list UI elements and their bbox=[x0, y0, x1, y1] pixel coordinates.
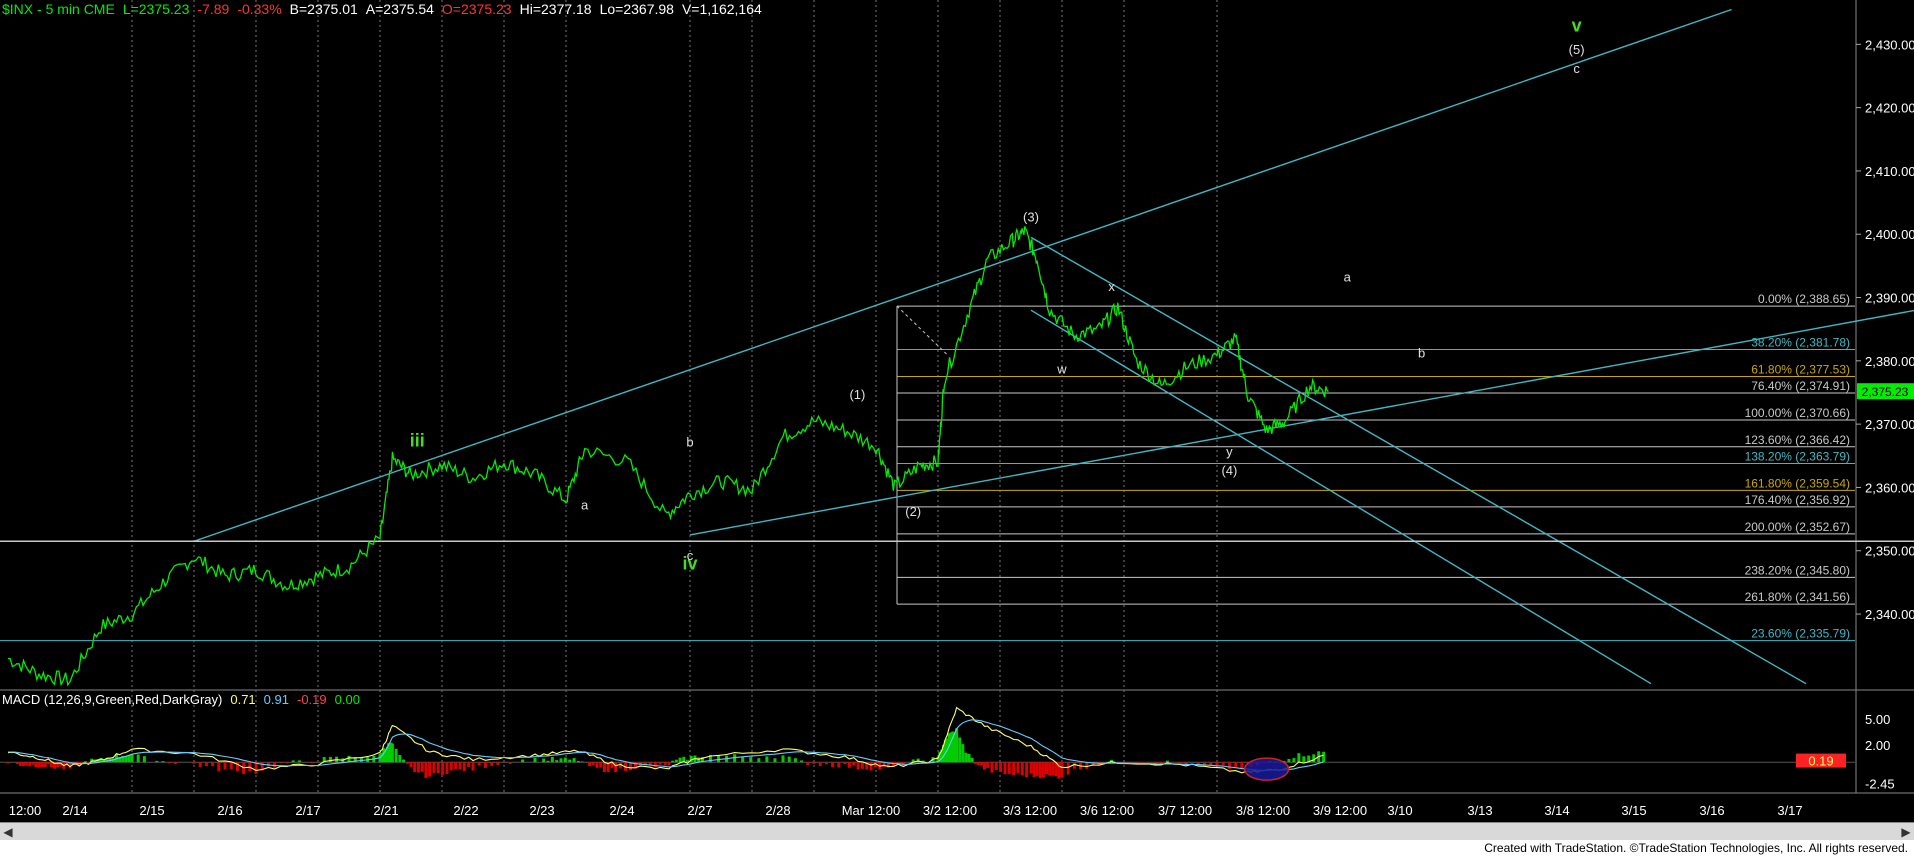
x-tick-label: 12:00 bbox=[9, 803, 42, 818]
symbol-label: $INX - 5 min CME bbox=[2, 1, 115, 17]
current-price-label: 2,375.23 bbox=[1862, 385, 1909, 399]
wave-label: w bbox=[1056, 361, 1067, 376]
macd-tick-label: 2.00 bbox=[1865, 738, 1890, 753]
wave-label: iii bbox=[410, 430, 425, 450]
x-tick-label: 2/27 bbox=[687, 803, 712, 818]
wave-label: (3) bbox=[1023, 210, 1039, 225]
x-tick-label: 3/16 bbox=[1699, 803, 1724, 818]
x-tick-label: 2/15 bbox=[139, 803, 164, 818]
change-percent: -0.33% bbox=[237, 1, 282, 17]
footer: Created with TradeStation. ©TradeStation… bbox=[0, 840, 1914, 856]
change-value: -7.89 bbox=[197, 1, 230, 17]
wave-label: (2) bbox=[905, 504, 921, 519]
x-tick-label: 3/2 12:00 bbox=[923, 803, 977, 818]
x-tick-label: 2/23 bbox=[529, 803, 554, 818]
x-tick-label: 2/21 bbox=[373, 803, 398, 818]
macd-value-4: 0.00 bbox=[334, 692, 360, 707]
fib-label: 76.40% (2,374.91) bbox=[1751, 379, 1850, 393]
y-tick-label: 2,340.00 bbox=[1865, 607, 1914, 622]
last-price: L=2375.23 bbox=[122, 1, 190, 17]
y-tick-label: 2,370.00 bbox=[1865, 417, 1914, 432]
x-tick-label: 3/3 12:00 bbox=[1003, 803, 1057, 818]
macd-tick-label: 5.00 bbox=[1865, 712, 1890, 727]
y-tick-label: 2,380.00 bbox=[1865, 354, 1914, 369]
y-tick-label: 2,390.00 bbox=[1865, 291, 1914, 306]
scroll-right-icon[interactable]: ▶ bbox=[1898, 824, 1914, 840]
wave-label: x bbox=[1108, 279, 1115, 294]
wave-label: y bbox=[1226, 444, 1233, 459]
wave-label: (5) bbox=[1569, 42, 1585, 57]
bid-value: B=2375.01 bbox=[289, 1, 358, 17]
volume-value: V=1,162,164 bbox=[681, 1, 762, 17]
x-tick-label: 3/7 12:00 bbox=[1158, 803, 1212, 818]
wave-label: a bbox=[1344, 270, 1352, 285]
x-tick-label: 3/6 12:00 bbox=[1080, 803, 1134, 818]
y-tick-label: 2,430.00 bbox=[1865, 37, 1914, 52]
y-tick-label: 2,420.00 bbox=[1865, 101, 1914, 116]
wave-label: b bbox=[1418, 346, 1425, 361]
x-tick-label: 2/17 bbox=[295, 803, 320, 818]
open-value: O=2375.23 bbox=[441, 1, 512, 17]
y-tick-label: 2,360.00 bbox=[1865, 480, 1914, 495]
credit-text: Created with TradeStation. ©TradeStation… bbox=[1484, 841, 1908, 855]
x-tick-label: 3/9 12:00 bbox=[1313, 803, 1367, 818]
wave-label: c bbox=[1573, 61, 1580, 76]
x-tick-label: 2/24 bbox=[609, 803, 634, 818]
fib-label: 0.00% (2,388.65) bbox=[1758, 292, 1850, 306]
wave-label: (4) bbox=[1221, 463, 1237, 478]
fib-label: 123.60% (2,366.42) bbox=[1745, 433, 1850, 447]
x-tick-label: 3/17 bbox=[1777, 803, 1802, 818]
wave-label: v bbox=[1572, 16, 1582, 36]
fib-label: 161.80% (2,359.54) bbox=[1745, 476, 1850, 490]
macd-value-2: 0.91 bbox=[263, 692, 289, 707]
wave-label: (1) bbox=[849, 387, 865, 402]
wave-label: b bbox=[686, 434, 693, 449]
fib-label: 176.40% (2,356.92) bbox=[1745, 493, 1850, 507]
x-tick-label: 3/10 bbox=[1387, 803, 1412, 818]
fib-label: 61.80% (2,377.53) bbox=[1751, 362, 1850, 376]
scroll-left-icon[interactable]: ◀ bbox=[0, 824, 16, 840]
macd-header: MACD (12,26,9,Green,Red,DarkGray) 0.71 0.9… bbox=[2, 692, 368, 707]
fib-label: 238.20% (2,345.80) bbox=[1745, 563, 1850, 577]
ask-value: A=2375.54 bbox=[365, 1, 434, 17]
x-tick-label: 2/28 bbox=[765, 803, 790, 818]
x-tick-label: 3/8 12:00 bbox=[1236, 803, 1290, 818]
wave-label: a bbox=[581, 498, 589, 513]
fib-label: 261.80% (2,341.56) bbox=[1745, 590, 1850, 604]
x-tick-label: Mar 12:00 bbox=[842, 803, 901, 818]
fib-label: 200.00% (2,352.67) bbox=[1745, 520, 1850, 534]
x-tick-label: 2/16 bbox=[217, 803, 242, 818]
high-value: Hi=2377.18 bbox=[519, 1, 592, 17]
x-tick-label: 2/22 bbox=[453, 803, 478, 818]
macd-tick-label: 0.19 bbox=[1808, 754, 1833, 769]
macd-value-3: -0.19 bbox=[296, 692, 327, 707]
chart-header: $INX - 5 min CME L=2375.23 -7.89 -0.33% B=23… bbox=[2, 1, 770, 17]
macd-value-1: 0.71 bbox=[230, 692, 256, 707]
macd-highlight-circle bbox=[1243, 757, 1290, 781]
x-tick-label: 3/13 bbox=[1467, 803, 1492, 818]
horizontal-scrollbar[interactable]: ◀ ▶ bbox=[0, 822, 1914, 841]
wave-label: c bbox=[687, 548, 694, 563]
fib-label: 138.20% (2,363.79) bbox=[1745, 449, 1850, 463]
y-tick-label: 2,410.00 bbox=[1865, 164, 1914, 179]
macd-name: MACD (12,26,9,Green,Red,DarkGray) bbox=[2, 692, 223, 707]
fib-label: 23.60% (2,335.79) bbox=[1751, 627, 1850, 641]
y-tick-label: 2,350.00 bbox=[1865, 544, 1914, 559]
x-tick-label: 3/15 bbox=[1621, 803, 1646, 818]
low-value: Lo=2367.98 bbox=[599, 1, 674, 17]
y-tick-label: 2,400.00 bbox=[1865, 227, 1914, 242]
fib-label: 100.00% (2,370.66) bbox=[1745, 406, 1850, 420]
macd-tick-label: -2.45 bbox=[1865, 776, 1895, 791]
x-tick-label: 2/14 bbox=[62, 803, 87, 818]
x-tick-label: 3/14 bbox=[1544, 803, 1569, 818]
